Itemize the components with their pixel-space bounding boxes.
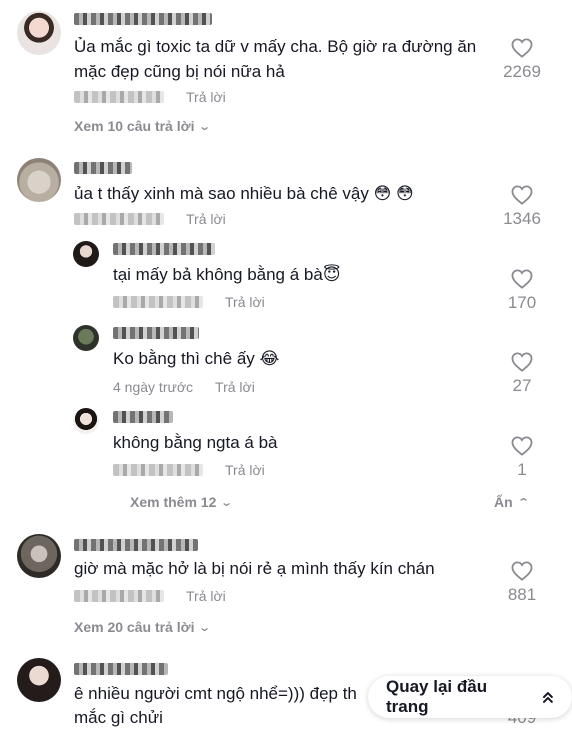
comment-text: giờ mà mặc hở là bị nói rẻ ạ mình thấy k… <box>74 559 435 578</box>
chevron-down-icon: ⌄ <box>198 621 212 634</box>
reply-button[interactable]: Trả lời <box>186 588 226 604</box>
double-chevron-up-icon <box>543 692 554 703</box>
avatar[interactable] <box>73 241 99 267</box>
heart-outline-icon <box>511 185 533 205</box>
like-button[interactable]: 27 <box>492 352 552 396</box>
username-blurred[interactable] <box>74 539 198 553</box>
username-blurred[interactable] <box>113 327 199 341</box>
reply-button[interactable]: Trả lời <box>186 211 226 227</box>
avatar[interactable] <box>73 408 99 434</box>
reply-meta: Trả lời <box>113 294 265 310</box>
like-button[interactable]: 1 <box>492 436 552 480</box>
reply-button[interactable]: Trả lời <box>186 89 226 105</box>
chevron-down-icon: ⌄ <box>198 120 212 133</box>
timestamp-blurred <box>74 91 164 103</box>
heart-outline-icon <box>511 561 533 581</box>
comment-text: ủa t thấy xinh mà sao nhiều bà chê vậy 😳… <box>74 184 414 203</box>
reply-meta: Trả lời <box>113 462 265 478</box>
username-blurred[interactable] <box>74 13 212 27</box>
comment-text-line-2: mắc gì chửi <box>74 708 163 727</box>
username-blurred[interactable] <box>74 162 132 176</box>
like-button[interactable]: 1346 <box>492 185 552 229</box>
reply-meta: 4 ngày trước Trả lời <box>113 379 255 395</box>
heart-outline-icon <box>511 38 533 58</box>
like-count: 881 <box>507 585 537 604</box>
hide-replies-button[interactable]: Ẩn ⌃ <box>494 494 530 510</box>
comment-text: Ủa mắc gì toxic ta dữ v mấy cha. Bộ giờ … <box>74 37 477 81</box>
like-count: 27 <box>512 376 532 395</box>
chevron-down-icon: ⌄ <box>220 496 234 509</box>
timestamp-blurred <box>113 296 203 308</box>
reply-text: không bằng ngta á bà <box>113 433 278 452</box>
like-count: 170 <box>507 293 537 312</box>
view-replies-button[interactable]: Xem 20 câu trả lời ⌄ <box>74 619 212 635</box>
username-blurred[interactable] <box>74 663 168 677</box>
avatar[interactable] <box>17 158 61 202</box>
username-blurred[interactable] <box>113 243 215 257</box>
like-button[interactable]: 2269 <box>492 38 552 82</box>
hide-label: Ẩn <box>494 494 513 510</box>
comment-text-line-1: ê nhiều người cmt ngộ nhể=))) đẹp th <box>74 684 357 703</box>
avatar[interactable] <box>17 11 61 55</box>
heart-outline-icon <box>511 269 533 289</box>
reply-text: Ko bằng thì chê ấy 😂 <box>113 349 280 368</box>
timestamp-blurred <box>74 590 164 602</box>
timestamp: 4 ngày trước <box>113 379 194 395</box>
avatar[interactable] <box>73 325 99 351</box>
back-to-top-label: Quay lại đầu trang <box>386 677 488 716</box>
timestamp-blurred <box>113 464 203 476</box>
heart-outline-icon <box>511 352 533 372</box>
comment-meta: Trả lời <box>74 211 226 227</box>
comment-meta: Trả lời <box>74 89 226 105</box>
username-blurred[interactable] <box>113 411 173 425</box>
heart-outline-icon <box>511 436 533 456</box>
like-count: 1346 <box>503 209 541 228</box>
like-button[interactable]: 170 <box>492 269 552 313</box>
like-count: 2269 <box>503 62 541 81</box>
comment-meta: Trả lời <box>74 588 226 604</box>
view-replies-button[interactable]: Xem 10 câu trả lời ⌄ <box>74 118 212 134</box>
chevron-up-icon: ⌃ <box>516 496 530 509</box>
avatar[interactable] <box>17 658 61 702</box>
view-more-label: Xem thêm 12 <box>130 494 217 510</box>
view-replies-label: Xem 10 câu trả lời <box>74 118 195 134</box>
reply-button[interactable]: Trả lời <box>225 462 265 478</box>
reply-button[interactable]: Trả lời <box>215 379 255 395</box>
view-more-button[interactable]: Xem thêm 12 ⌄ <box>130 494 234 510</box>
like-count: 1 <box>517 460 527 479</box>
like-button[interactable]: 881 <box>492 561 552 605</box>
view-replies-label: Xem 20 câu trả lời <box>74 619 195 635</box>
reply-text: tại mấy bả không bằng á bà😇 <box>113 265 341 284</box>
timestamp-blurred <box>74 213 164 225</box>
avatar[interactable] <box>17 534 61 578</box>
reply-button[interactable]: Trả lời <box>225 294 265 310</box>
back-to-top-button[interactable]: Quay lại đầu trang <box>368 676 572 718</box>
